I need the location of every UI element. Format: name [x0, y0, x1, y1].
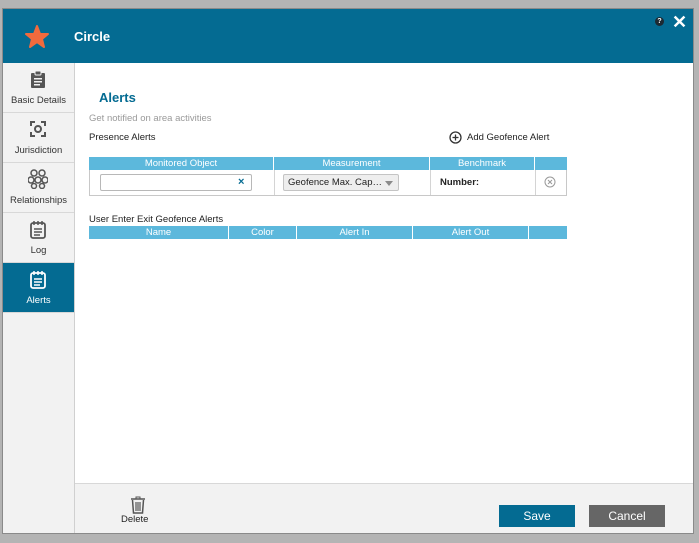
sidebar-item-label: Alerts [26, 295, 51, 306]
presence-alerts-label: Presence Alerts [89, 132, 156, 143]
column-header-name: Name [89, 226, 229, 239]
enter-exit-table-header: Name Color Alert In Alert Out [89, 226, 567, 239]
column-header-measurement: Measurement [274, 157, 430, 170]
sidebar-item-label: Log [30, 245, 47, 256]
section-title: Alerts [99, 90, 136, 105]
monitored-object-input[interactable] [100, 174, 252, 191]
target-icon [30, 121, 46, 137]
close-icon[interactable]: ✕ [672, 13, 687, 31]
column-header-benchmark: Benchmark [430, 157, 535, 170]
column-header-actions [535, 157, 567, 170]
column-header-color: Color [229, 226, 297, 239]
column-header-alert-in: Alert In [297, 226, 413, 239]
sidebar-item-alerts[interactable]: Alerts [3, 263, 74, 313]
measurement-select[interactable]: Geofence Max. Cap… [283, 174, 399, 191]
alerts-icon [30, 271, 46, 289]
column-divider [274, 170, 275, 195]
benchmark-number-label: Number: [440, 177, 480, 188]
dialog-title: Circle [74, 29, 111, 44]
table-row: × Geofence Max. Cap… Number: [89, 170, 567, 196]
sidebar-item-label: Relationships [9, 195, 68, 206]
plus-circle-icon [449, 131, 462, 144]
sidebar-item-basic-details[interactable]: Basic Details [3, 63, 74, 113]
clipboard-icon [31, 71, 45, 88]
measurement-value: Geofence Max. Cap… [288, 177, 382, 188]
sidebar-item-relationships[interactable]: Relationships [3, 163, 74, 213]
column-header-monitored-object: Monitored Object [89, 157, 274, 170]
sidebar-item-label: Jurisdiction [14, 145, 63, 156]
help-icon[interactable]: ? [655, 17, 664, 26]
add-geofence-alert-label: Add Geofence Alert [467, 132, 550, 143]
save-button[interactable]: Save [499, 505, 575, 527]
column-header-alert-out: Alert Out [413, 226, 529, 239]
sidebar-item-jurisdiction[interactable]: Jurisdiction [3, 113, 74, 163]
column-divider [535, 170, 536, 195]
clear-icon[interactable]: × [238, 176, 244, 188]
alerts-panel: Alerts Get notified on area activities P… [75, 63, 693, 483]
trash-icon [131, 496, 145, 514]
star-icon [25, 25, 49, 48]
column-header-actions [529, 226, 567, 239]
column-divider [430, 170, 431, 195]
delete-label: Delete [121, 514, 149, 525]
section-subtitle: Get notified on area activities [89, 113, 212, 124]
relationships-icon [28, 169, 48, 189]
user-enter-exit-label: User Enter Exit Geofence Alerts [89, 214, 224, 225]
circle-dialog: Circle ? ✕ Basic Details Jurisdiction Re… [2, 8, 694, 534]
dialog-footer: Delete Save Cancel [75, 483, 693, 533]
remove-row-icon[interactable] [544, 176, 556, 188]
dialog-header: Circle ? ✕ [3, 9, 693, 63]
log-icon [30, 221, 46, 239]
cancel-button[interactable]: Cancel [589, 505, 665, 527]
sidebar-item-label: Basic Details [11, 95, 66, 106]
sidebar: Basic Details Jurisdiction Relationships [3, 63, 75, 533]
chevron-down-icon [385, 181, 393, 186]
presence-table-header: Monitored Object Measurement Benchmark [89, 157, 567, 170]
sidebar-item-log[interactable]: Log [3, 213, 74, 263]
